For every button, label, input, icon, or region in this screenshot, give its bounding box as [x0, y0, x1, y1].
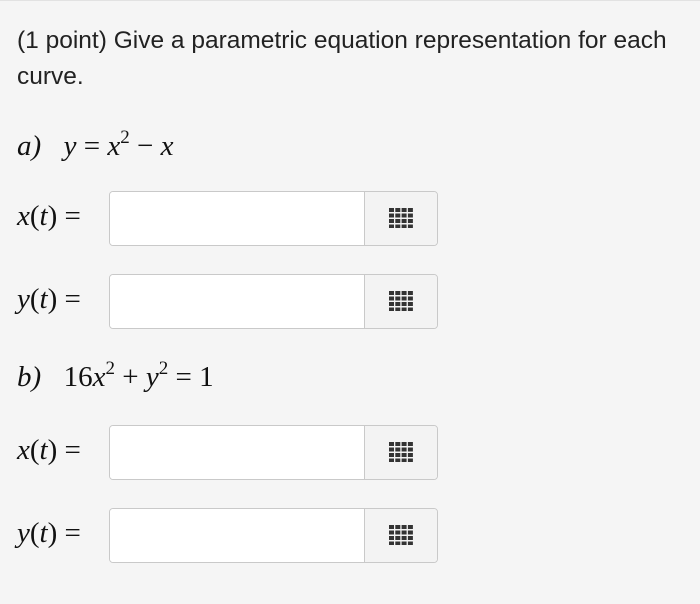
equation-editor-grid-icon: [389, 208, 413, 228]
part-a-x-input[interactable]: [110, 192, 364, 245]
equation-editor-grid-icon: [389, 442, 413, 462]
part-a-x-equation-editor-button[interactable]: [364, 192, 437, 245]
part-a-x-label: x(t) =: [17, 200, 81, 232]
equation-editor-grid-icon: [389, 525, 413, 545]
problem-panel: (1 point) Give a parametric equation rep…: [0, 0, 700, 604]
part-b-heading: b) 16x2 + y2 = 1: [17, 358, 214, 394]
question-text: (1 point) Give a parametric equation rep…: [17, 23, 677, 95]
part-a-equation: y = x2 − x: [63, 127, 174, 162]
question-points: (1 point): [17, 27, 107, 54]
equation-editor-grid-icon: [389, 291, 413, 311]
part-b-y-input[interactable]: [110, 509, 364, 562]
part-b-x-answer-group: [109, 425, 438, 480]
part-a-y-equation-editor-button[interactable]: [364, 275, 437, 328]
part-a-y-label: y(t) =: [17, 283, 81, 315]
part-b-y-label: y(t) =: [17, 517, 81, 549]
part-b-equation: 16x2 + y2 = 1: [63, 358, 214, 393]
part-b-label: b): [17, 361, 42, 393]
part-a-y-input[interactable]: [110, 275, 364, 328]
question-prompt: Give a parametric equation representatio…: [17, 27, 667, 90]
part-b-x-input[interactable]: [110, 426, 364, 479]
part-a-label: a): [17, 130, 42, 162]
part-a-x-answer-group: [109, 191, 438, 246]
part-b-y-equation-editor-button[interactable]: [364, 509, 437, 562]
part-a-y-answer-group: [109, 274, 438, 329]
part-a-heading: a) y = x2 − x: [17, 127, 174, 163]
part-b-x-label: x(t) =: [17, 434, 81, 466]
part-b-x-equation-editor-button[interactable]: [364, 426, 437, 479]
part-b-y-answer-group: [109, 508, 438, 563]
